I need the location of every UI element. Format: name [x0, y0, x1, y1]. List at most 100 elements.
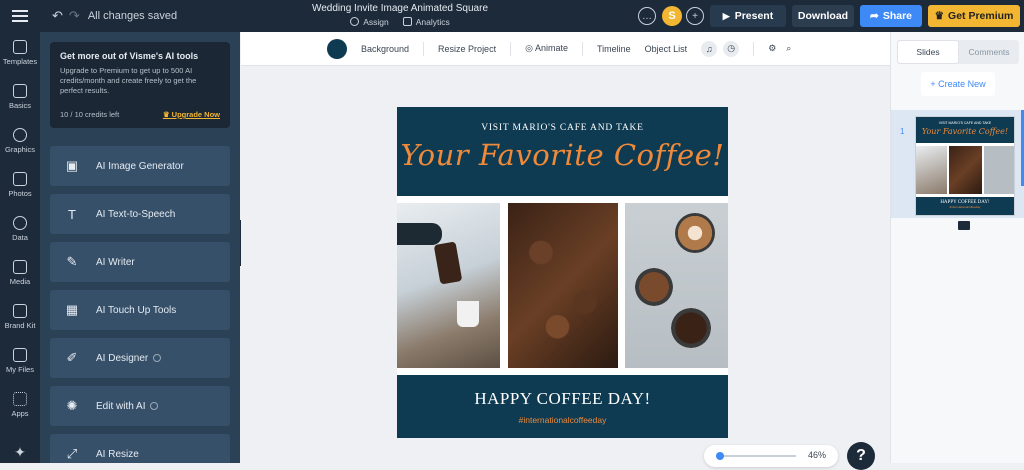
- ai-sparkle-icon[interactable]: ✦: [0, 444, 40, 461]
- thumb-pre-title: VISIT MARIO'S CAFE AND TAKE: [938, 121, 992, 125]
- play-icon: ▶: [722, 10, 730, 21]
- tab-slides[interactable]: Slides: [897, 40, 959, 64]
- design-hashtag[interactable]: #internationalcoffeeday: [397, 415, 728, 425]
- left-rail: Templates Basics Graphics Photos Data Me…: [0, 32, 40, 463]
- get-premium-button[interactable]: ♛ Get Premium: [928, 5, 1020, 27]
- rail-item-media[interactable]: Media: [0, 260, 40, 286]
- thumb-photo: [916, 146, 947, 194]
- ai-promo-card: Get more out of Visme's AI tools Upgrade…: [50, 42, 230, 128]
- sparkle-icon: ✺: [66, 398, 78, 413]
- photo-hand-shape: [397, 223, 442, 245]
- comment-icon[interactable]: …: [638, 7, 656, 25]
- animate-icon: ◎: [525, 43, 535, 53]
- zoom-slider-handle[interactable]: [716, 452, 724, 460]
- ai-image-generator-button[interactable]: ▣ AI Image Generator: [50, 146, 230, 186]
- zoom-level[interactable]: 46%: [808, 450, 826, 460]
- rail-item-my-files[interactable]: My Files: [0, 348, 40, 374]
- share-button[interactable]: ➦ Share: [860, 5, 922, 27]
- animate-button[interactable]: ◎ Animate: [525, 43, 568, 54]
- data-icon: [13, 216, 27, 230]
- save-status: All changes saved: [87, 10, 178, 22]
- rail-item-basics[interactable]: Basics: [0, 84, 40, 110]
- apps-icon: [13, 392, 27, 406]
- tab-comments[interactable]: Comments: [959, 40, 1019, 64]
- rail-item-photos[interactable]: Photos: [0, 172, 40, 198]
- edit-with-ai-button[interactable]: ✺ Edit with AI: [50, 386, 230, 426]
- document-title[interactable]: Wedding Invite Image Animated Square: [300, 3, 500, 14]
- slides-tabs: Slides Comments: [897, 40, 1019, 64]
- slide-thumbnail[interactable]: VISIT MARIO'S CAFE AND TAKE Your Favorit…: [915, 116, 1015, 216]
- design-script-title[interactable]: Your Favorite Coffee!: [397, 138, 728, 172]
- photo-coffee-cups[interactable]: [625, 203, 728, 368]
- info-icon[interactable]: [153, 354, 162, 362]
- photo-coffee-beans[interactable]: [508, 203, 618, 368]
- timeline-button[interactable]: Timeline: [597, 44, 631, 54]
- zoom-slider-track[interactable]: [716, 455, 796, 457]
- thumb-photo: [949, 146, 982, 194]
- rail-item-data[interactable]: Data: [0, 216, 40, 242]
- rail-item-brand-kit[interactable]: Brand Kit: [0, 304, 40, 330]
- rail-item-templates[interactable]: Templates: [0, 40, 40, 66]
- top-bar: ↶ ↷ All changes saved Wedding Invite Ima…: [0, 0, 1024, 32]
- design-footer-title[interactable]: HAPPY COFFEE DAY!: [397, 375, 728, 409]
- download-button[interactable]: Download: [792, 5, 854, 27]
- design-header[interactable]: VISIT MARIO'S CAFE AND TAKE Your Favorit…: [397, 107, 728, 196]
- avatar[interactable]: S: [662, 6, 682, 26]
- design-footer[interactable]: HAPPY COFFEE DAY! #internationalcoffeeda…: [397, 375, 728, 438]
- zoom-control: 46%: [704, 445, 838, 467]
- redo-icon[interactable]: ↷: [69, 8, 80, 24]
- promo-title: Get more out of Visme's AI tools: [60, 51, 199, 61]
- crown-icon: ♛: [934, 10, 945, 22]
- assign-icon: [350, 17, 360, 26]
- undo-icon[interactable]: ↶: [52, 8, 63, 24]
- ai-touch-up-button[interactable]: ▦ AI Touch Up Tools: [50, 290, 230, 330]
- divider: [423, 41, 425, 56]
- photos-icon: [13, 172, 27, 186]
- ai-writer-button[interactable]: ✎ AI Writer: [50, 242, 230, 282]
- thumb-footer-title: HAPPY COFFEE DAY!: [940, 200, 990, 205]
- upgrade-now-link[interactable]: ♛ Upgrade Now: [163, 110, 220, 119]
- object-list-button[interactable]: Object List: [645, 44, 688, 54]
- brand-kit-icon: [13, 304, 27, 318]
- photo-bean-cup: [671, 308, 711, 348]
- analytics-button[interactable]: Analytics: [402, 17, 450, 27]
- credits-count: 10 / 10 credits left: [60, 110, 120, 119]
- resize-icon: ⤢: [66, 446, 78, 461]
- info-icon[interactable]: [150, 402, 159, 410]
- create-new-slide-button[interactable]: + Create New: [921, 72, 995, 96]
- promo-text: Upgrade to Premium to get up to 500 AI c…: [60, 66, 197, 95]
- timer-icon[interactable]: ◷: [723, 40, 740, 57]
- photo-pour-over[interactable]: [397, 203, 500, 368]
- divider: [510, 41, 512, 56]
- slide-settings-icon[interactable]: [958, 221, 970, 230]
- image-sparkle-icon: ▣: [65, 158, 79, 173]
- background-button[interactable]: Background: [361, 44, 409, 54]
- design-pre-title[interactable]: VISIT MARIO'S CAFE AND TAKE: [397, 107, 728, 133]
- settings-icon[interactable]: ⚙: [768, 43, 776, 54]
- add-collaborator-icon[interactable]: +: [686, 7, 704, 25]
- ai-text-to-speech-button[interactable]: T AI Text-to-Speech: [50, 194, 230, 234]
- ai-designer-button[interactable]: ✐ AI Designer: [50, 338, 230, 378]
- photo-cup: [457, 301, 479, 327]
- rail-item-graphics[interactable]: Graphics: [0, 128, 40, 154]
- editor-toolbar: Background Resize Project ◎ Animate Time…: [241, 32, 890, 66]
- menu-icon[interactable]: [0, 0, 40, 32]
- help-button[interactable]: ?: [847, 442, 875, 470]
- assign-button[interactable]: Assign: [350, 17, 389, 27]
- design-slide[interactable]: VISIT MARIO'S CAFE AND TAKE Your Favorit…: [397, 107, 728, 438]
- text-speech-icon: T: [68, 206, 76, 222]
- preview-icon[interactable]: ⌕: [786, 43, 791, 54]
- graphics-icon: [13, 128, 27, 142]
- slide-number: 1: [900, 127, 905, 136]
- background-color-swatch[interactable]: [327, 38, 347, 59]
- rail-item-apps[interactable]: Apps: [0, 392, 40, 418]
- photo-ground-cup: [635, 268, 673, 306]
- ai-resize-button[interactable]: ⤢ AI Resize: [50, 434, 230, 463]
- present-button[interactable]: ▶ Present: [710, 5, 786, 27]
- touch-up-icon: ▦: [65, 302, 79, 317]
- templates-icon: [13, 40, 27, 54]
- media-icon: [13, 260, 27, 274]
- thumb-script-title: Your Favorite Coffee!: [921, 127, 1009, 136]
- resize-project-button[interactable]: Resize Project: [438, 44, 496, 54]
- music-icon[interactable]: ♫: [701, 40, 718, 57]
